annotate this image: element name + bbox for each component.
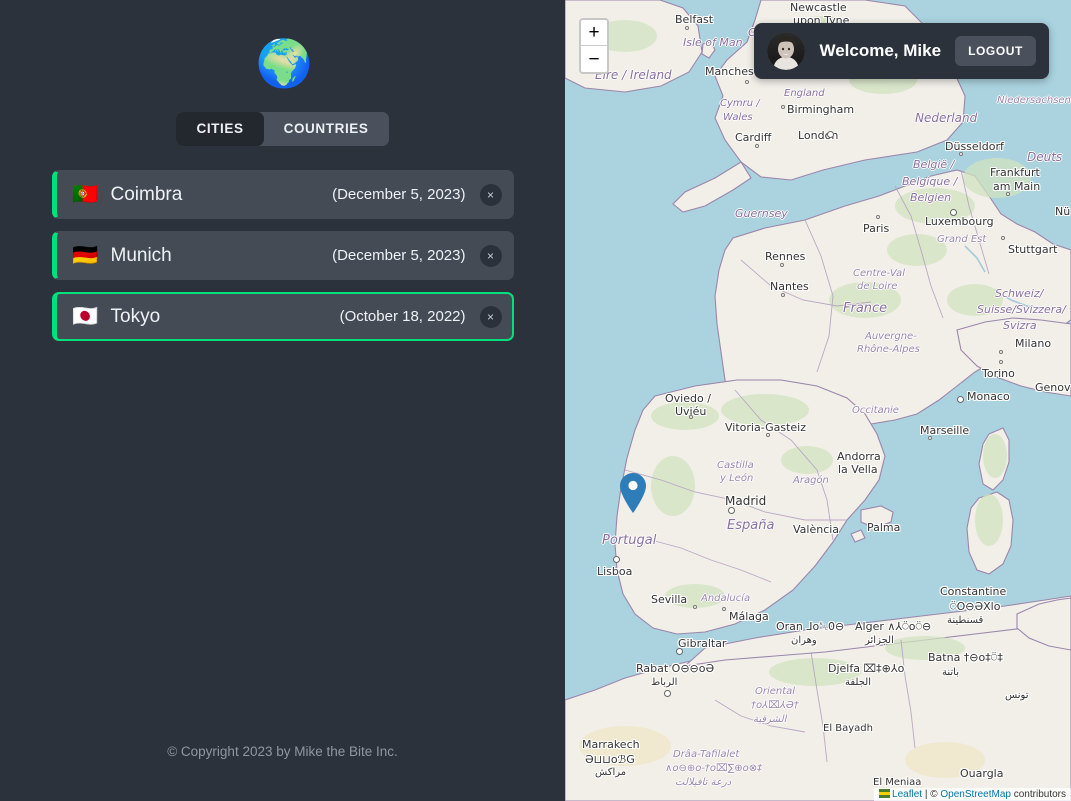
leaflet-link[interactable]: Leaflet: [892, 789, 922, 800]
city-list: 🇵🇹 Coimbra (December 5, 2023) × 🇩🇪 Munic…: [51, 170, 514, 341]
city-name: Tokyo: [110, 305, 161, 327]
city-date: (October 18, 2022): [339, 308, 466, 325]
delete-city-button[interactable]: ×: [479, 305, 502, 328]
list-item[interactable]: 🇵🇹 Coimbra (December 5, 2023) ×: [51, 170, 514, 219]
map-attribution: Leaflet | © OpenStreetMap contributors: [874, 788, 1071, 801]
footer-copyright: © Copyright 2023 by Mike the Bite Inc.: [167, 744, 398, 759]
flag-japan-icon: 🇯🇵: [72, 305, 99, 328]
delete-city-button[interactable]: ×: [479, 183, 502, 206]
city-name: Munich: [110, 244, 172, 266]
attribution-separator: |: [922, 789, 931, 800]
openstreetmap-link[interactable]: OpenStreetMap: [940, 789, 1011, 800]
zoom-in-button[interactable]: +: [581, 20, 607, 46]
map-tiles: [565, 0, 1071, 801]
delete-city-button[interactable]: ×: [479, 244, 502, 267]
logout-button[interactable]: LOGOUT: [955, 36, 1036, 66]
city-name: Coimbra: [110, 183, 183, 205]
attribution-copyright: ©: [930, 789, 941, 800]
leaflet-logo-icon: [879, 789, 891, 798]
zoom-out-button[interactable]: −: [581, 46, 607, 72]
user-avatar: [767, 32, 806, 70]
sidebar: 🌍 CITIES COUNTRIES 🇵🇹 Coimbra (December …: [0, 0, 565, 801]
map-canvas[interactable]: Belfast Isle of Man Newcastle upon Tyne Manc…: [565, 0, 1071, 801]
list-item[interactable]: 🇯🇵 Tokyo (October 18, 2022) ×: [51, 292, 514, 341]
map-zoom-control[interactable]: + −: [579, 18, 609, 74]
tab-countries[interactable]: COUNTRIES: [263, 112, 389, 146]
flag-portugal-icon: 🇵🇹: [72, 183, 99, 206]
city-date: (December 5, 2023): [332, 247, 466, 264]
app-root: 🌍 CITIES COUNTRIES 🇵🇹 Coimbra (December …: [0, 0, 1071, 801]
list-item[interactable]: 🇩🇪 Munich (December 5, 2023) ×: [51, 231, 514, 280]
attribution-contributors: contributors: [1010, 789, 1066, 800]
welcome-text: Welcome, Mike: [819, 41, 942, 60]
map-marker-coimbra[interactable]: [620, 473, 646, 513]
user-panel: Welcome, Mike LOGOUT: [754, 23, 1049, 79]
globe-icon: 🌍: [255, 37, 313, 89]
tab-bar: CITIES COUNTRIES: [176, 112, 389, 146]
tab-cities[interactable]: CITIES: [176, 112, 264, 146]
flag-germany-icon: 🇩🇪: [72, 244, 99, 267]
city-date: (December 5, 2023): [332, 186, 466, 203]
